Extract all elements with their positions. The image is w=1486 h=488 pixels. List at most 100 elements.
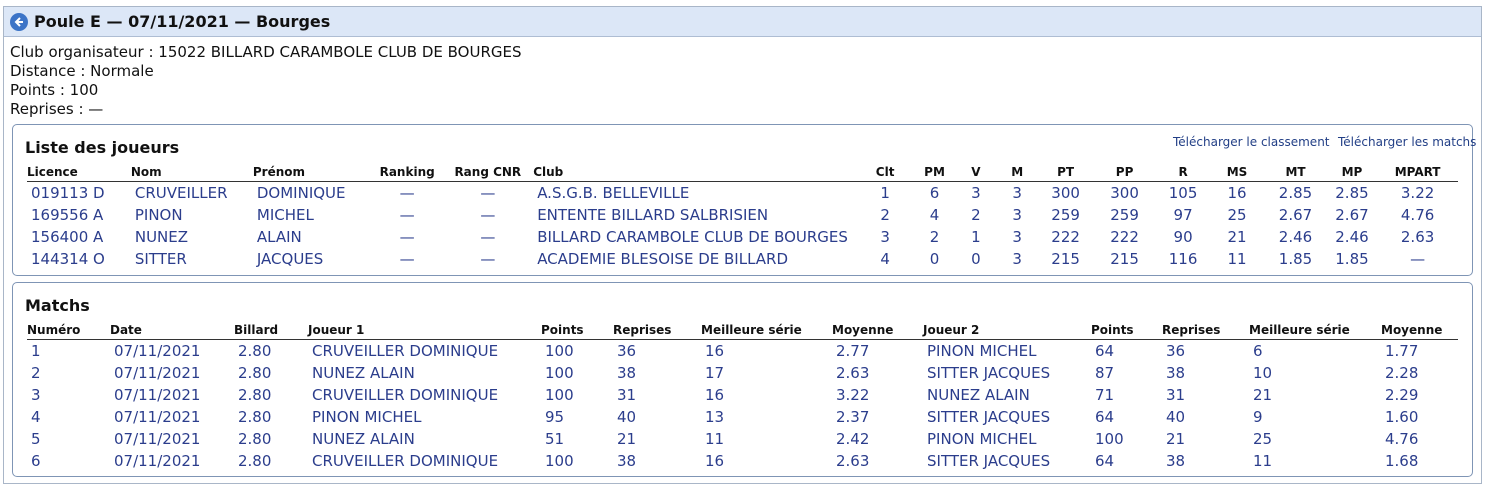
cell-billard: 2.80 — [238, 386, 272, 404]
cell-points2: 71 — [1095, 386, 1115, 404]
cell-meilleure-serie2: 11 — [1253, 452, 1273, 470]
table-row[interactable]: 5 07/11/2021 2.80 NUNEZ ALAIN 51 21 11 2.42 PINO… — [27, 428, 1458, 450]
col-header-billard: Billard — [234, 320, 308, 340]
col-header-pm: PM — [913, 162, 956, 182]
cell-licence: 144314 O — [31, 250, 105, 268]
players-panel: Liste des joueurs Télécharger le classem… — [12, 124, 1476, 276]
cell-prenom: ALAIN — [256, 228, 302, 246]
back-arrow-icon[interactable] — [10, 12, 28, 31]
cell-joueur2: PINON MICHEL — [927, 342, 1037, 360]
cell-points1: 95 — [545, 408, 565, 426]
cell-r: 105 — [1168, 184, 1198, 202]
cell-licence: 019113 D — [31, 184, 105, 202]
cell-ms: 11 — [1227, 250, 1247, 268]
cell-billard: 2.80 — [238, 452, 272, 470]
cell-pm: 4 — [929, 206, 940, 224]
matches-panel: Matchs Numéro Date Billard Joueur 1 Points Re… — [12, 282, 1473, 477]
table-row[interactable]: 6 07/11/2021 2.80 CRUVEILLER DOMINIQUE 100 38… — [27, 450, 1458, 472]
download-matches-link[interactable]: Télécharger les matchs — [1338, 135, 1476, 149]
table-row[interactable]: 3 07/11/2021 2.80 CRUVEILLER DOMINIQUE 100 31… — [27, 384, 1458, 406]
cell-numero: 1 — [31, 342, 41, 360]
cell-pp: 300 — [1110, 184, 1139, 202]
cell-moyenne2: 4.76 — [1385, 430, 1419, 448]
cell-mt: 2.46 — [1278, 228, 1313, 246]
cell-moyenne2: 1.77 — [1385, 342, 1419, 360]
col-header-numero: Numéro — [27, 320, 110, 340]
cell-mp: 2.46 — [1335, 228, 1369, 246]
col-header-meilleure-serie2: Meilleure série — [1249, 320, 1381, 340]
cell-pt: 300 — [1051, 184, 1080, 202]
cell-moyenne2: 1.68 — [1385, 452, 1419, 470]
cell-mt: 2.67 — [1278, 206, 1313, 224]
cell-date: 07/11/2021 — [114, 386, 201, 404]
col-header-mpart: MPART — [1377, 162, 1458, 182]
table-row[interactable]: 019113 D CRUVEILLER DOMINIQUE — — A.S.G.B. BE… — [27, 182, 1458, 205]
cell-numero: 6 — [31, 452, 41, 470]
cell-mpart: 3.22 — [1400, 184, 1435, 202]
download-ranking-link[interactable]: Télécharger le classement — [1173, 135, 1330, 149]
cell-meilleure-serie1: 16 — [705, 452, 725, 470]
cell-date: 07/11/2021 — [114, 408, 201, 426]
table-row[interactable]: 1 07/11/2021 2.80 CRUVEILLER DOMINIQUE 100 36… — [27, 340, 1458, 363]
cell-date: 07/11/2021 — [114, 452, 201, 470]
cell-mpart: 2.63 — [1400, 228, 1435, 246]
cell-meilleure-serie1: 17 — [705, 364, 725, 382]
cell-prenom: JACQUES — [256, 250, 324, 268]
cell-mpart: — — [1410, 250, 1426, 268]
col-header-ranking: Ranking — [371, 162, 443, 182]
col-header-m: M — [996, 162, 1039, 182]
col-header-points2: Points — [1091, 320, 1162, 340]
cell-numero: 5 — [31, 430, 41, 448]
matches-header-row: Numéro Date Billard Joueur 1 Points Reprises M… — [27, 320, 1458, 340]
table-row[interactable]: 156400 A NUNEZ ALAIN — — BILLARD CARAMBOLE CL… — [27, 226, 1458, 248]
cell-pt: 222 — [1051, 228, 1080, 246]
cell-licence: 156400 A — [31, 228, 104, 246]
cell-points2: 100 — [1095, 430, 1124, 448]
cell-v: 1 — [971, 228, 981, 246]
cell-ms: 25 — [1227, 206, 1247, 224]
table-row[interactable]: 2 07/11/2021 2.80 NUNEZ ALAIN 100 38 17 2.63 SIT… — [27, 362, 1458, 384]
cell-reprises1: 21 — [617, 430, 637, 448]
cell-reprises1: 38 — [617, 452, 637, 470]
cell-nom: CRUVEILLER — [134, 184, 228, 202]
cell-joueur1: NUNEZ ALAIN — [312, 430, 415, 448]
cell-reprises1: 38 — [617, 364, 637, 382]
cell-billard: 2.80 — [238, 408, 272, 426]
col-header-clt: Clt — [856, 162, 914, 182]
cell-points1: 100 — [545, 364, 574, 382]
cell-points2: 87 — [1095, 364, 1115, 382]
cell-date: 07/11/2021 — [114, 342, 201, 360]
cell-rang-cnr: — — [480, 228, 496, 246]
cell-prenom: DOMINIQUE — [256, 184, 346, 202]
cell-joueur2: PINON MICHEL — [927, 430, 1037, 448]
table-row[interactable]: 4 07/11/2021 2.80 PINON MICHEL 95 40 13 2.37 SIT… — [27, 406, 1458, 428]
cell-reprises2: 36 — [1166, 342, 1186, 360]
cell-meilleure-serie2: 25 — [1253, 430, 1273, 448]
cell-clt: 3 — [880, 228, 890, 246]
cell-meilleure-serie2: 10 — [1253, 364, 1273, 382]
cell-reprises1: 40 — [617, 408, 637, 426]
cell-meilleure-serie1: 13 — [705, 408, 725, 426]
cell-mt: 2.85 — [1278, 184, 1313, 202]
cell-numero: 2 — [31, 364, 41, 382]
cell-points1: 100 — [545, 342, 574, 360]
organizer-club: Club organisateur : 15022 BILLARD CARAMB… — [10, 43, 522, 61]
col-header-rang-cnr: Rang CNR — [442, 162, 534, 182]
cell-r: 90 — [1173, 228, 1193, 246]
col-header-pt: PT — [1038, 162, 1093, 182]
cell-licence: 169556 A — [31, 206, 104, 224]
cell-date: 07/11/2021 — [114, 364, 201, 382]
cell-r: 116 — [1168, 250, 1198, 268]
page-title: Poule E — 07/11/2021 — Bourges — [34, 12, 331, 31]
pool-info: Club organisateur : 15022 BILLARD CARAMB… — [10, 43, 522, 119]
cell-m: 3 — [1012, 228, 1022, 246]
col-header-reprises1: Reprises — [613, 320, 701, 340]
cell-points1: 51 — [545, 430, 565, 448]
table-row[interactable]: 144314 O SITTER JACQUES — — ACADEMIE BLESOISE… — [27, 248, 1458, 270]
cell-v: 3 — [971, 184, 981, 202]
table-row[interactable]: 169556 A PINON MICHEL — — ENTENTE BILLARD SAL… — [27, 204, 1458, 226]
cell-numero: 4 — [31, 408, 41, 426]
cell-points2: 64 — [1095, 452, 1115, 470]
cell-moyenne1: 2.77 — [836, 342, 870, 360]
cell-pp: 215 — [1110, 250, 1139, 268]
